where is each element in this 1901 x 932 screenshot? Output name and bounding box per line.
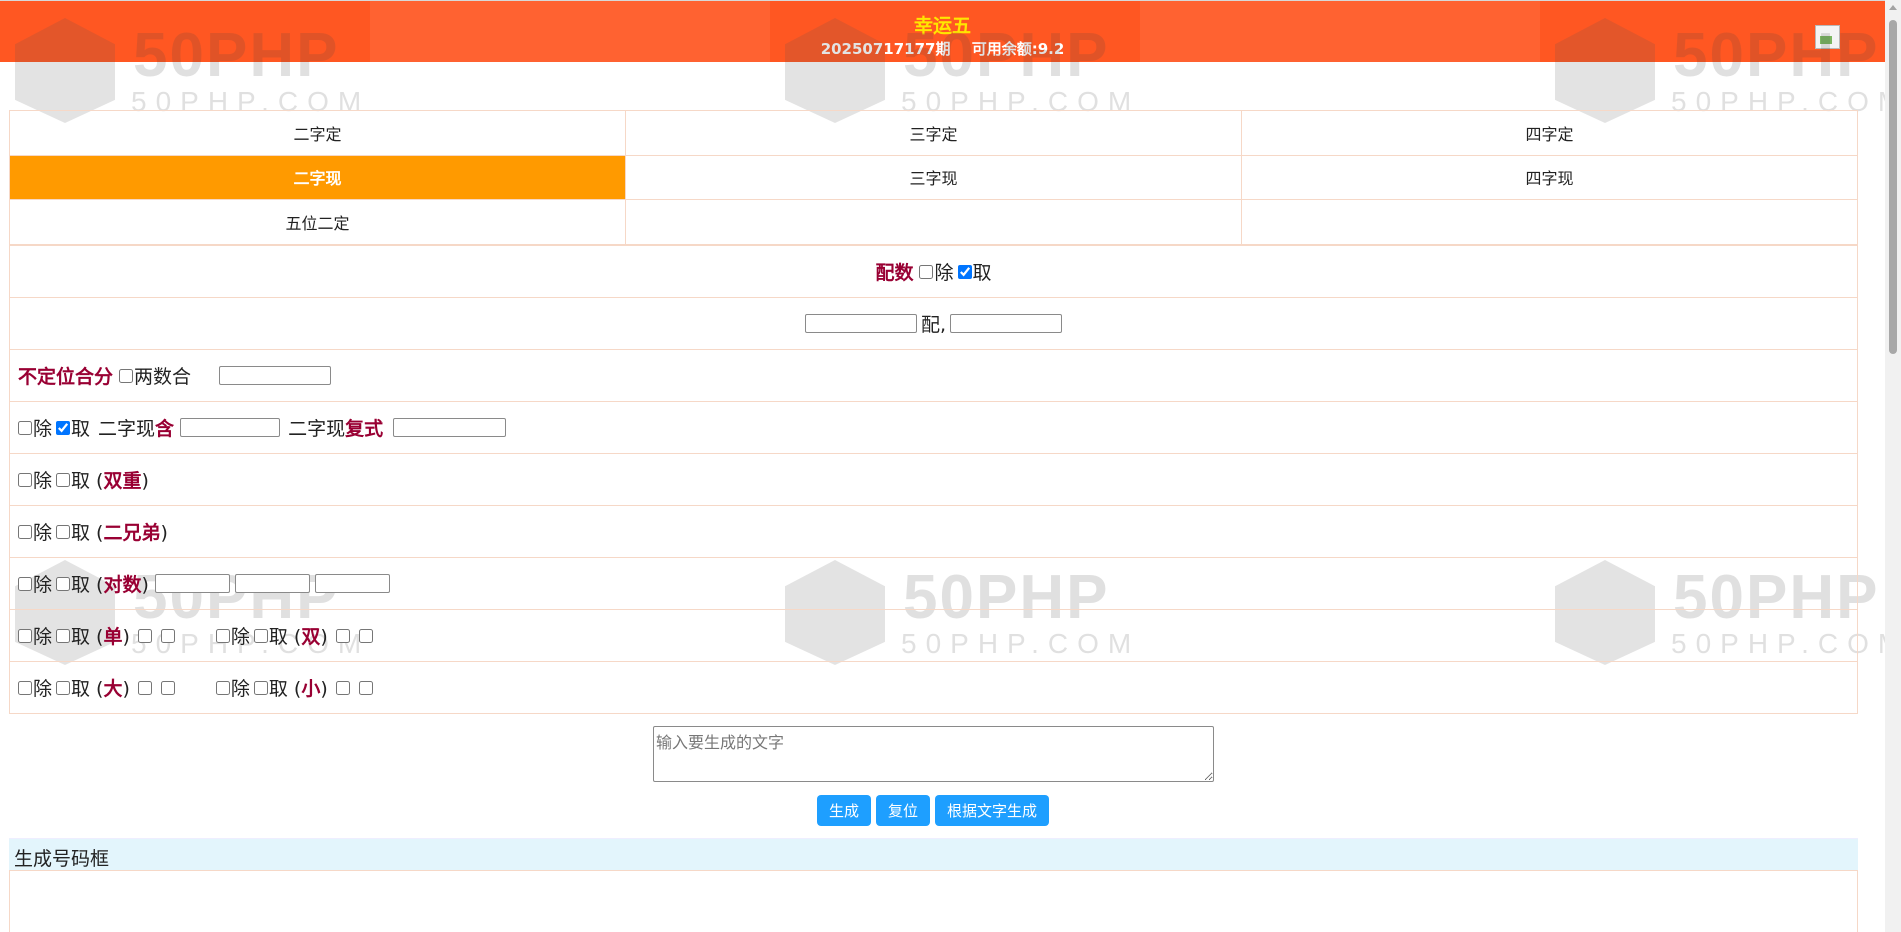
tab-sanzi-ding[interactable]: 三字定 bbox=[625, 110, 1242, 156]
pairs-input-3[interactable] bbox=[314, 574, 390, 593]
even-pos-2-checkbox[interactable] bbox=[358, 628, 373, 643]
odd-exclude-checkbox[interactable] bbox=[18, 628, 32, 643]
brothers-row: 除 取 (二兄弟) bbox=[10, 505, 1857, 557]
generate-button[interactable]: 生成 bbox=[817, 795, 872, 826]
balance-label: 可用余额:9.2 bbox=[971, 40, 1065, 58]
big-pos-1-checkbox[interactable] bbox=[137, 680, 152, 695]
broken-image-icon[interactable] bbox=[1815, 25, 1840, 49]
peishu-row: 配数 除 取 bbox=[10, 245, 1857, 297]
even-pos-1-checkbox[interactable] bbox=[335, 628, 350, 643]
brothers-exclude-checkbox[interactable] bbox=[18, 524, 32, 539]
pairs-exclude-checkbox[interactable] bbox=[18, 576, 32, 591]
action-buttons: 生成 复位 根据文字生成 bbox=[817, 795, 1050, 826]
filter-form: 配数 除 取 配, 不定位合分 两数合 除 取 二字现含 二字现 复式 除 取 (… bbox=[9, 245, 1858, 714]
budingwei-row: 不定位合分 两数合 bbox=[10, 349, 1857, 401]
tab-erzi-ding[interactable]: 二字定 bbox=[9, 110, 626, 156]
page-scrollbar[interactable] bbox=[1885, 0, 1901, 932]
double-take-checkbox[interactable] bbox=[56, 472, 71, 487]
tab-sanzi-xian[interactable]: 三字现 bbox=[625, 154, 1242, 200]
even-exclude-checkbox[interactable] bbox=[215, 628, 230, 643]
pei-row: 配, bbox=[10, 297, 1857, 349]
scrollbar-thumb[interactable] bbox=[1889, 20, 1897, 354]
odd-pos-2-checkbox[interactable] bbox=[160, 628, 175, 643]
pei-input-1[interactable] bbox=[804, 314, 917, 333]
play-type-tabs: 二字定 三字定 四字定 二字现 三字现 四字现 五位二定 bbox=[9, 110, 1858, 245]
period-label: 20250717177期 bbox=[820, 40, 951, 58]
even-take-checkbox[interactable] bbox=[253, 628, 268, 643]
brothers-take-checkbox[interactable] bbox=[56, 524, 71, 539]
pairs-take-checkbox[interactable] bbox=[56, 576, 71, 591]
header-subtitle: 20250717177期 可用余额:9.2 bbox=[0, 38, 1885, 59]
pairs-row: 除 取 (对数) bbox=[10, 557, 1857, 609]
contain-input[interactable] bbox=[180, 418, 281, 437]
contain-exclude-checkbox[interactable] bbox=[18, 420, 32, 435]
peishu-exclude-checkbox[interactable] bbox=[919, 264, 934, 279]
odd-pos-1-checkbox[interactable] bbox=[137, 628, 152, 643]
reset-button[interactable]: 复位 bbox=[876, 795, 931, 826]
small-pos-1-checkbox[interactable] bbox=[335, 680, 350, 695]
generate-from-text-button[interactable]: 根据文字生成 bbox=[935, 795, 1050, 826]
two-sum-checkbox[interactable] bbox=[119, 368, 134, 383]
tab-sizi-xian[interactable]: 四字现 bbox=[1241, 154, 1858, 200]
tab-wuwei-erding[interactable]: 五位二定 bbox=[9, 199, 626, 245]
contain-take-checkbox[interactable] bbox=[56, 420, 71, 435]
big-take-checkbox[interactable] bbox=[56, 680, 71, 695]
small-exclude-checkbox[interactable] bbox=[215, 680, 230, 695]
tab-empty bbox=[1241, 199, 1858, 245]
big-exclude-checkbox[interactable] bbox=[18, 680, 32, 695]
result-panel-body bbox=[9, 870, 1858, 932]
text-generate-input[interactable] bbox=[653, 726, 1214, 782]
peishu-label: 配数 bbox=[875, 262, 914, 284]
double-row: 除 取 (双重) bbox=[10, 453, 1857, 505]
pei-input-2[interactable] bbox=[950, 314, 1063, 333]
odd-even-row: 除 取 (单) 除 取 (双) bbox=[10, 609, 1857, 661]
peishu-take-checkbox[interactable] bbox=[957, 264, 972, 279]
result-panel-title: 生成号码框 bbox=[9, 838, 1858, 870]
tab-empty bbox=[625, 199, 1242, 245]
budingwei-input[interactable] bbox=[219, 366, 332, 385]
tab-erzi-xian[interactable]: 二字现 bbox=[9, 154, 626, 200]
small-take-checkbox[interactable] bbox=[253, 680, 268, 695]
pairs-input-2[interactable] bbox=[234, 574, 310, 593]
double-exclude-checkbox[interactable] bbox=[18, 472, 32, 487]
scroll-up-icon[interactable] bbox=[1889, 5, 1897, 10]
pairs-input-1[interactable] bbox=[154, 574, 230, 593]
odd-take-checkbox[interactable] bbox=[56, 628, 71, 643]
app-header: 幸运五 20250717177期 可用余额:9.2 bbox=[0, 0, 1885, 62]
fushi-input[interactable] bbox=[393, 418, 507, 437]
page-title: 幸运五 bbox=[913, 15, 971, 37]
tab-sizi-ding[interactable]: 四字定 bbox=[1241, 110, 1858, 156]
big-small-row: 除 取 (大) 除 取 (小) bbox=[10, 661, 1857, 713]
contain-row: 除 取 二字现含 二字现 复式 bbox=[10, 401, 1857, 453]
small-pos-2-checkbox[interactable] bbox=[358, 680, 373, 695]
big-pos-2-checkbox[interactable] bbox=[160, 680, 175, 695]
